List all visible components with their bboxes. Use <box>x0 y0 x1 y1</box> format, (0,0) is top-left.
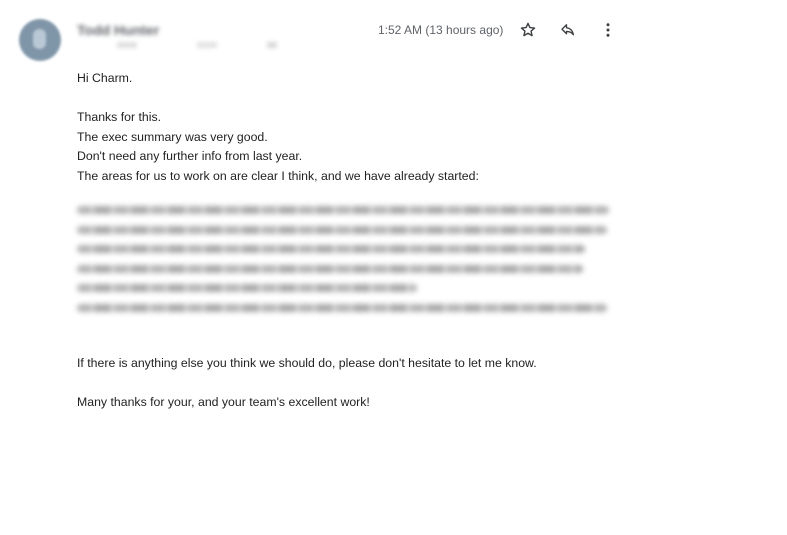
body-line: Thanks for this. <box>77 110 162 124</box>
reply-icon <box>561 24 575 36</box>
star-icon <box>520 22 536 37</box>
body-line: The areas for us to work on are clear I … <box>77 168 479 183</box>
more-options-button[interactable] <box>596 18 620 42</box>
redacted-text-block <box>77 206 617 323</box>
greeting-line: Hi Charm. <box>77 71 133 85</box>
body-line: Don't need any further info from last ye… <box>77 149 303 163</box>
message-timestamp: 1:52 AM (13 hours ago) <box>378 23 504 37</box>
closing-line-2: Many thanks for your, and your team's ex… <box>77 395 370 410</box>
more-vert-icon <box>606 23 610 37</box>
body-line: The exec summary was very good. <box>77 129 268 144</box>
reply-button[interactable] <box>556 18 580 42</box>
sender-name[interactable]: Todd Hunter <box>77 22 159 38</box>
recipient-details-blurred <box>77 42 277 48</box>
message-header: Todd Hunter 1:52 AM (13 hours ago) <box>0 0 787 61</box>
closing-line-1: If there is anything else you think we s… <box>77 356 537 371</box>
sender-avatar[interactable] <box>19 19 61 61</box>
avatar-silhouette <box>33 29 46 49</box>
message-body: Hi Charm. Thanks for this. The exec summ… <box>77 69 637 186</box>
star-button[interactable] <box>516 18 540 42</box>
